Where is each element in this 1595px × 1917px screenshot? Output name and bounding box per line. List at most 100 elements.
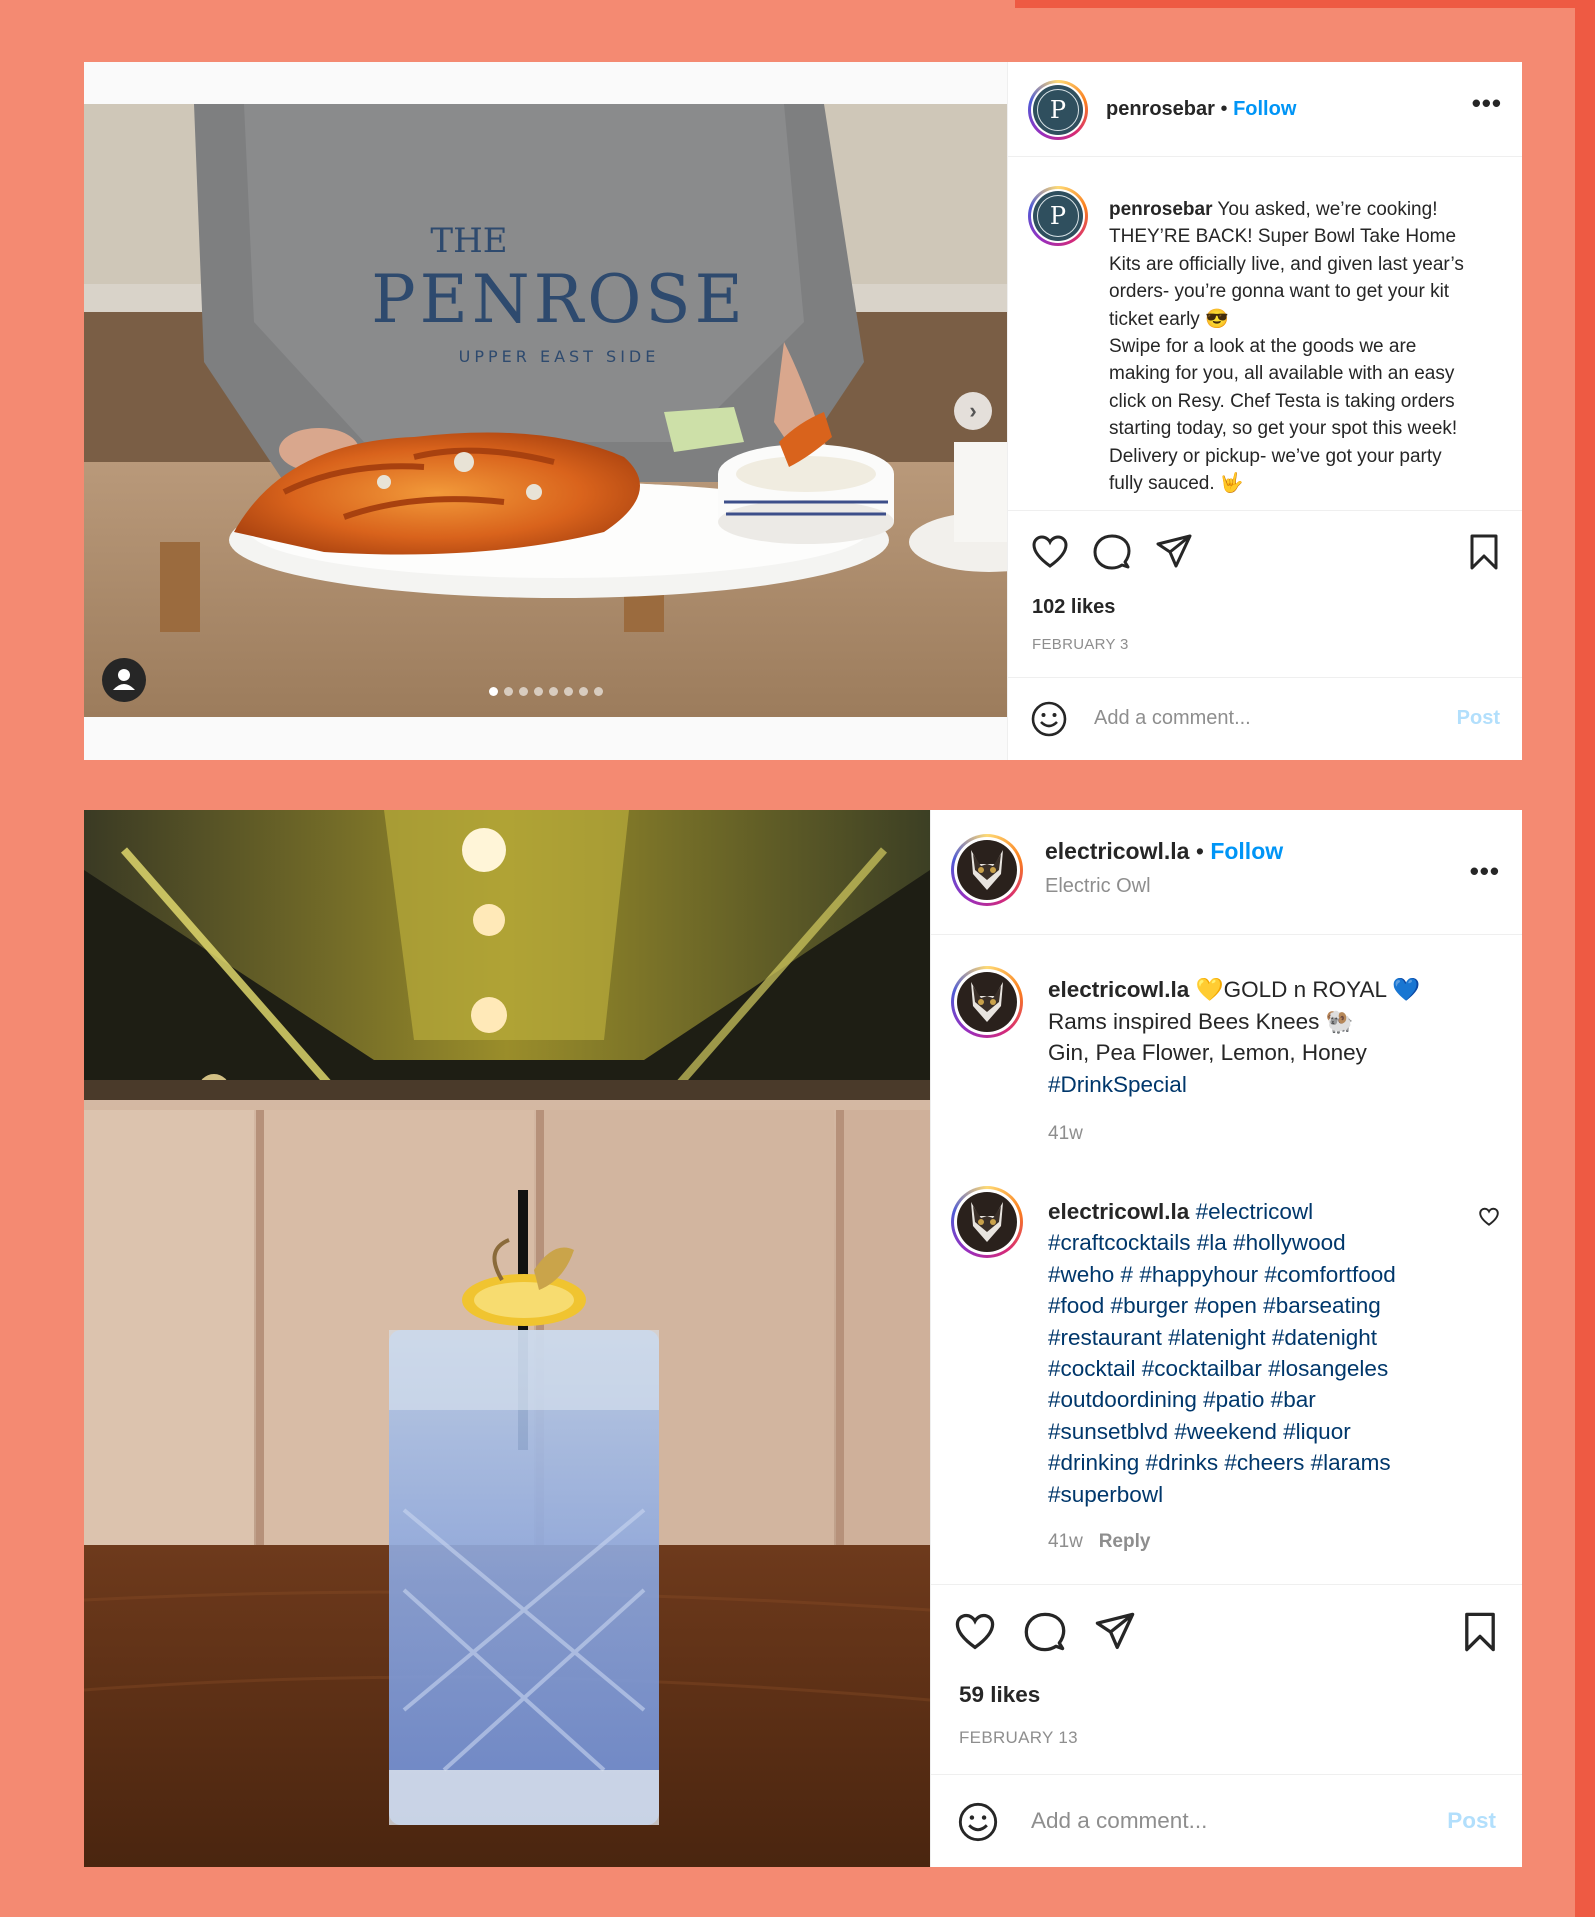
- hashtag-line[interactable]: #cocktail #cocktailbar #losangeles: [1048, 1353, 1468, 1384]
- carousel-dot: [534, 687, 543, 696]
- more-options-button[interactable]: •••: [1470, 856, 1500, 887]
- profile-avatar[interactable]: P: [1028, 80, 1088, 140]
- likes-count[interactable]: 102 likes: [1032, 596, 1115, 619]
- caption-username[interactable]: penrosebar: [1109, 199, 1212, 220]
- caption-line: Delivery or pickup- we’ve got your party: [1109, 445, 1442, 467]
- post-date: FEBRUARY 13: [959, 1728, 1078, 1747]
- heart-icon: [1479, 1207, 1499, 1226]
- emoji-button[interactable]: [957, 1801, 999, 1848]
- sweatshirt-text-the: THE: [430, 221, 507, 261]
- comment-input[interactable]: Add a comment...: [1031, 1808, 1207, 1834]
- like-button[interactable]: [953, 1610, 997, 1659]
- post-caption: electricowl.la 💛GOLD n ROYAL 💙 Rams insp…: [1048, 974, 1498, 1150]
- caption-timestamp[interactable]: 41w: [1048, 1118, 1498, 1150]
- hashtag-line[interactable]: #restaurant #latenight #datenight: [1048, 1322, 1468, 1353]
- comment-input[interactable]: Add a comment...: [1094, 707, 1251, 730]
- comment-bar: Add a comment... Post: [1008, 677, 1522, 760]
- caption-line: orders- you’re gonna want to get your ki…: [1109, 281, 1450, 303]
- actions-divider: [931, 1584, 1522, 1587]
- caption-line: Rams inspired Bees Knees 🐏: [1048, 1008, 1354, 1034]
- hashtag-line[interactable]: #weho # #happyhour #comfortfood: [1048, 1259, 1468, 1290]
- comment-timestamp[interactable]: 41w: [1048, 1531, 1083, 1552]
- like-button[interactable]: [1030, 532, 1070, 577]
- carousel-dot: [489, 687, 498, 696]
- post-comment-button[interactable]: Post: [1447, 1808, 1496, 1834]
- separator-dot: •: [1220, 98, 1234, 120]
- carousel-dot: [519, 687, 528, 696]
- hashtag-link[interactable]: #electricowl: [1196, 1199, 1314, 1224]
- follow-button[interactable]: Follow: [1210, 838, 1283, 864]
- username-link[interactable]: penrosebar: [1106, 98, 1215, 120]
- post-comment-button[interactable]: Post: [1457, 707, 1500, 730]
- heart-icon: [1032, 535, 1068, 568]
- paper-plane-icon: [1156, 534, 1192, 568]
- comment-button[interactable]: [1092, 532, 1132, 577]
- caption-line: Gin, Pea Flower, Lemon, Honey: [1048, 1040, 1367, 1065]
- carousel-next-button[interactable]: ›: [954, 392, 992, 430]
- likes-count[interactable]: 59 likes: [959, 1682, 1040, 1708]
- cocktail-photo: [84, 810, 930, 1867]
- carousel-dot: [504, 687, 513, 696]
- carousel-dot: [549, 687, 558, 696]
- cat-face-icon: [971, 982, 1003, 1022]
- hashtag-line[interactable]: #drinking #drinks #cheers #larams: [1048, 1447, 1468, 1478]
- caption-line: making for you, all available with an ea…: [1109, 363, 1455, 385]
- cat-face-icon: [971, 850, 1003, 890]
- profile-avatar[interactable]: [951, 834, 1023, 906]
- person-icon: [113, 669, 135, 690]
- smiley-icon: [1031, 701, 1067, 737]
- owl-avatar-image: [957, 840, 1017, 900]
- post-electricowl: electricowl.la • Follow Electric Owl •••…: [84, 810, 1522, 1867]
- bookmark-icon: [1465, 1612, 1495, 1652]
- username-link[interactable]: electricowl.la: [1045, 838, 1189, 864]
- save-button[interactable]: [1464, 532, 1504, 577]
- caption-avatar[interactable]: P: [1028, 186, 1088, 246]
- hashtag-line[interactable]: #craftcocktails #la #hollywood: [1048, 1227, 1468, 1258]
- emoji-button[interactable]: [1030, 700, 1068, 743]
- background-stripe: [1015, 0, 1575, 8]
- share-button[interactable]: [1154, 532, 1194, 577]
- post-caption: penrosebar You asked, we’re cooking! THE…: [1109, 196, 1509, 497]
- paper-plane-icon: [1095, 1612, 1135, 1650]
- share-button[interactable]: [1093, 1610, 1137, 1659]
- hashtag-line[interactable]: #food #burger #open #barseating: [1048, 1290, 1468, 1321]
- header-username-row: electricowl.la • Follow: [1045, 838, 1283, 865]
- tagged-users-button[interactable]: [102, 658, 146, 702]
- caption-line: 💛GOLD n ROYAL 💙: [1195, 977, 1421, 1002]
- bookmark-icon: [1470, 534, 1498, 570]
- smiley-icon: [958, 1802, 998, 1842]
- background-edge: [1575, 0, 1595, 1917]
- post-date: FEBRUARY 3: [1032, 636, 1129, 653]
- separator-dot: •: [1195, 838, 1211, 864]
- more-options-button[interactable]: •••: [1472, 88, 1502, 119]
- carousel-dot: [579, 687, 588, 696]
- save-button[interactable]: [1458, 1610, 1502, 1659]
- post-header: electricowl.la • Follow Electric Owl •••: [931, 810, 1522, 935]
- sweatshirt-text-penrose: PENROSE: [371, 261, 747, 338]
- caption-line: Kits are officially live, and given last…: [1109, 253, 1464, 275]
- speech-bubble-icon: [1024, 1612, 1066, 1652]
- caption-avatar[interactable]: [951, 966, 1023, 1038]
- caption-line: You asked, we’re cooking!: [1217, 199, 1438, 220]
- cat-face-icon: [971, 1202, 1003, 1242]
- caption-line: starting today, so get your spot this we…: [1109, 418, 1458, 440]
- reply-button[interactable]: Reply: [1099, 1531, 1151, 1552]
- comment-bar: Add a comment... Post: [931, 1774, 1522, 1867]
- post-side-panel: P penrosebar • Follow ••• P penrosebar Y…: [1007, 62, 1522, 760]
- location-link[interactable]: Electric Owl: [1045, 875, 1151, 898]
- hashtag-link[interactable]: #DrinkSpecial: [1048, 1069, 1498, 1101]
- sweatshirt-text-ues: UPPER EAST SIDE: [459, 347, 660, 366]
- comment-avatar[interactable]: [951, 1186, 1023, 1258]
- follow-button[interactable]: Follow: [1233, 98, 1296, 120]
- carousel-dot: [564, 687, 573, 696]
- carousel-dot: [594, 687, 603, 696]
- comment-username[interactable]: electricowl.la: [1048, 1199, 1189, 1224]
- speech-bubble-icon: [1093, 534, 1131, 570]
- comment-like-button[interactable]: [1478, 1206, 1500, 1233]
- hashtag-line[interactable]: #outdoordining #patio #bar: [1048, 1384, 1468, 1415]
- hashtag-line[interactable]: #superbowl: [1048, 1479, 1468, 1510]
- comment-button[interactable]: [1023, 1610, 1067, 1659]
- hashtag-line[interactable]: #sunsetblvd #weekend #liquor: [1048, 1416, 1468, 1447]
- heart-icon: [955, 1613, 995, 1650]
- caption-username[interactable]: electricowl.la: [1048, 977, 1189, 1002]
